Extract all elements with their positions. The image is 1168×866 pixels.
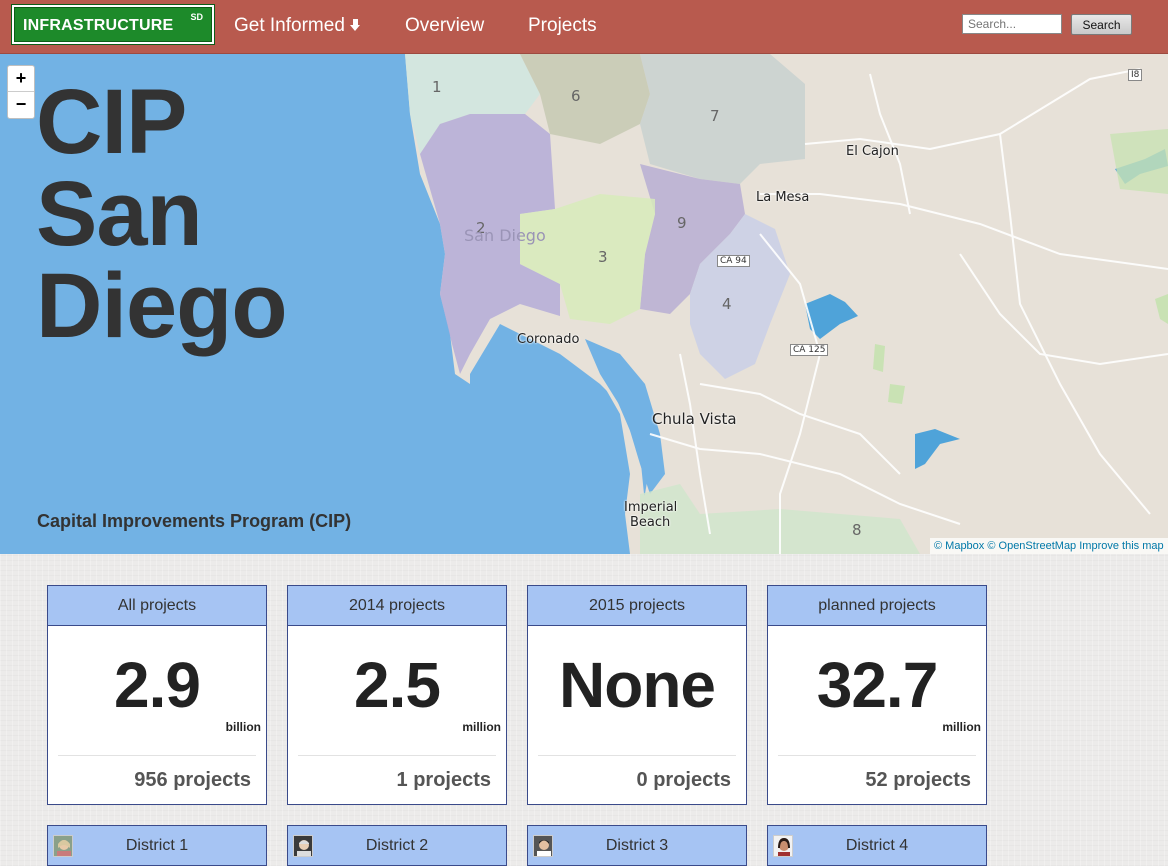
district-label-1: 1	[432, 78, 442, 96]
stat-card-unit: million	[942, 720, 981, 734]
logo-badge: SD	[190, 12, 203, 22]
nav-overview[interactable]: Overview	[405, 15, 484, 37]
stat-card-header: 2015 projects	[528, 586, 746, 626]
page-title: CIP San Diego	[36, 71, 288, 357]
title-line-1: CIP	[36, 71, 187, 173]
stat-card-value: 32.7	[816, 649, 939, 721]
map-zoom-control: + −	[7, 65, 35, 119]
district-label-4: 4	[722, 295, 732, 313]
district-card-header: District 3	[528, 826, 746, 866]
stat-card-count: 956 projects	[134, 769, 251, 791]
stat-card-planned[interactable]: planned projects 32.7 million 52 project…	[767, 585, 987, 805]
title-line-2: San	[36, 163, 203, 265]
place-el-cajon: El Cajon	[846, 144, 899, 159]
divider	[298, 755, 496, 756]
road-shield-i8: I8	[1128, 69, 1143, 81]
district-card-label: District 3	[605, 837, 669, 854]
avatar	[533, 835, 553, 857]
stat-card-count: 0 projects	[636, 769, 731, 791]
avatar	[293, 835, 313, 857]
avatar	[773, 835, 793, 857]
divider	[58, 755, 256, 756]
district-card-header: District 2	[288, 826, 506, 866]
stat-card-unit: million	[462, 720, 501, 734]
stat-card-header: planned projects	[768, 586, 986, 626]
infrastructure-logo[interactable]: INFRASTRUCTURE SD	[11, 4, 215, 45]
place-coronado: Coronado	[517, 332, 580, 347]
district-card-2[interactable]: District 2	[287, 825, 507, 866]
nav-get-informed-label: Get Informed	[234, 15, 345, 36]
district-card-label: District 2	[365, 837, 429, 854]
logo-text: INFRASTRUCTURE	[23, 17, 174, 34]
district-label-9: 9	[677, 214, 687, 232]
stat-card-count: 52 projects	[865, 769, 971, 791]
stat-card-unit: billion	[225, 720, 261, 734]
district-card-label: District 4	[845, 837, 909, 854]
top-navbar: INFRASTRUCTURE SD Get Informed Overview …	[0, 0, 1168, 54]
zoom-out-button[interactable]: −	[8, 92, 34, 118]
place-imperial: Imperial	[624, 500, 678, 515]
stat-card-2015[interactable]: 2015 projects None 0 projects	[527, 585, 747, 805]
stat-card-all[interactable]: All projects 2.9 billion 956 projects	[47, 585, 267, 805]
page-subtitle: Capital Improvements Program (CIP)	[37, 511, 352, 531]
district-card-label: District 1	[125, 837, 189, 854]
mapbox-link[interactable]: © Mapbox	[934, 540, 984, 552]
zoom-in-button[interactable]: +	[8, 66, 34, 92]
road-shield-ca94: CA 94	[717, 255, 750, 267]
place-beach: Beach	[630, 515, 671, 530]
divider	[538, 755, 736, 756]
district-card-header: District 1	[48, 826, 266, 866]
title-line-3: Diego	[36, 255, 288, 357]
district-label-8: 8	[852, 521, 862, 539]
search-button[interactable]: Search	[1071, 14, 1132, 35]
place-san-diego: San Diego	[464, 226, 546, 245]
osm-link[interactable]: © OpenStreetMap	[987, 540, 1076, 552]
search-input[interactable]	[962, 14, 1062, 34]
nav-get-informed[interactable]: Get Informed	[234, 15, 361, 37]
stat-card-2014[interactable]: 2014 projects 2.5 million 1 projects	[287, 585, 507, 805]
district-card-4[interactable]: District 4	[767, 825, 987, 866]
nav-projects[interactable]: Projects	[528, 15, 597, 37]
district-label-6: 6	[571, 87, 581, 105]
improve-map-link[interactable]: Improve this map	[1079, 540, 1163, 552]
district-label-7: 7	[710, 107, 720, 125]
district-card-header: District 4	[768, 826, 986, 866]
map-hero[interactable]: 1 2 3 4 6 7 8 9 El Cajon La Mesa San Die…	[0, 54, 1168, 554]
district-label-3: 3	[598, 248, 608, 266]
place-la-mesa: La Mesa	[756, 190, 810, 205]
stat-card-value: None	[559, 649, 716, 721]
avatar	[53, 835, 73, 857]
place-chula-vista: Chula Vista	[652, 410, 737, 428]
road-shield-ca125: CA 125	[790, 344, 829, 356]
stat-card-value: 2.5	[354, 649, 441, 721]
arrow-down-icon	[349, 18, 361, 32]
district-card-1[interactable]: District 1	[47, 825, 267, 866]
stat-card-header: All projects	[48, 586, 266, 626]
map-attribution: © Mapbox © OpenStreetMap Improve this ma…	[930, 538, 1168, 554]
divider	[778, 755, 976, 756]
stat-card-header: 2014 projects	[288, 586, 506, 626]
district-card-3[interactable]: District 3	[527, 825, 747, 866]
stat-card-value: 2.9	[114, 649, 201, 721]
stat-card-count: 1 projects	[396, 769, 491, 791]
